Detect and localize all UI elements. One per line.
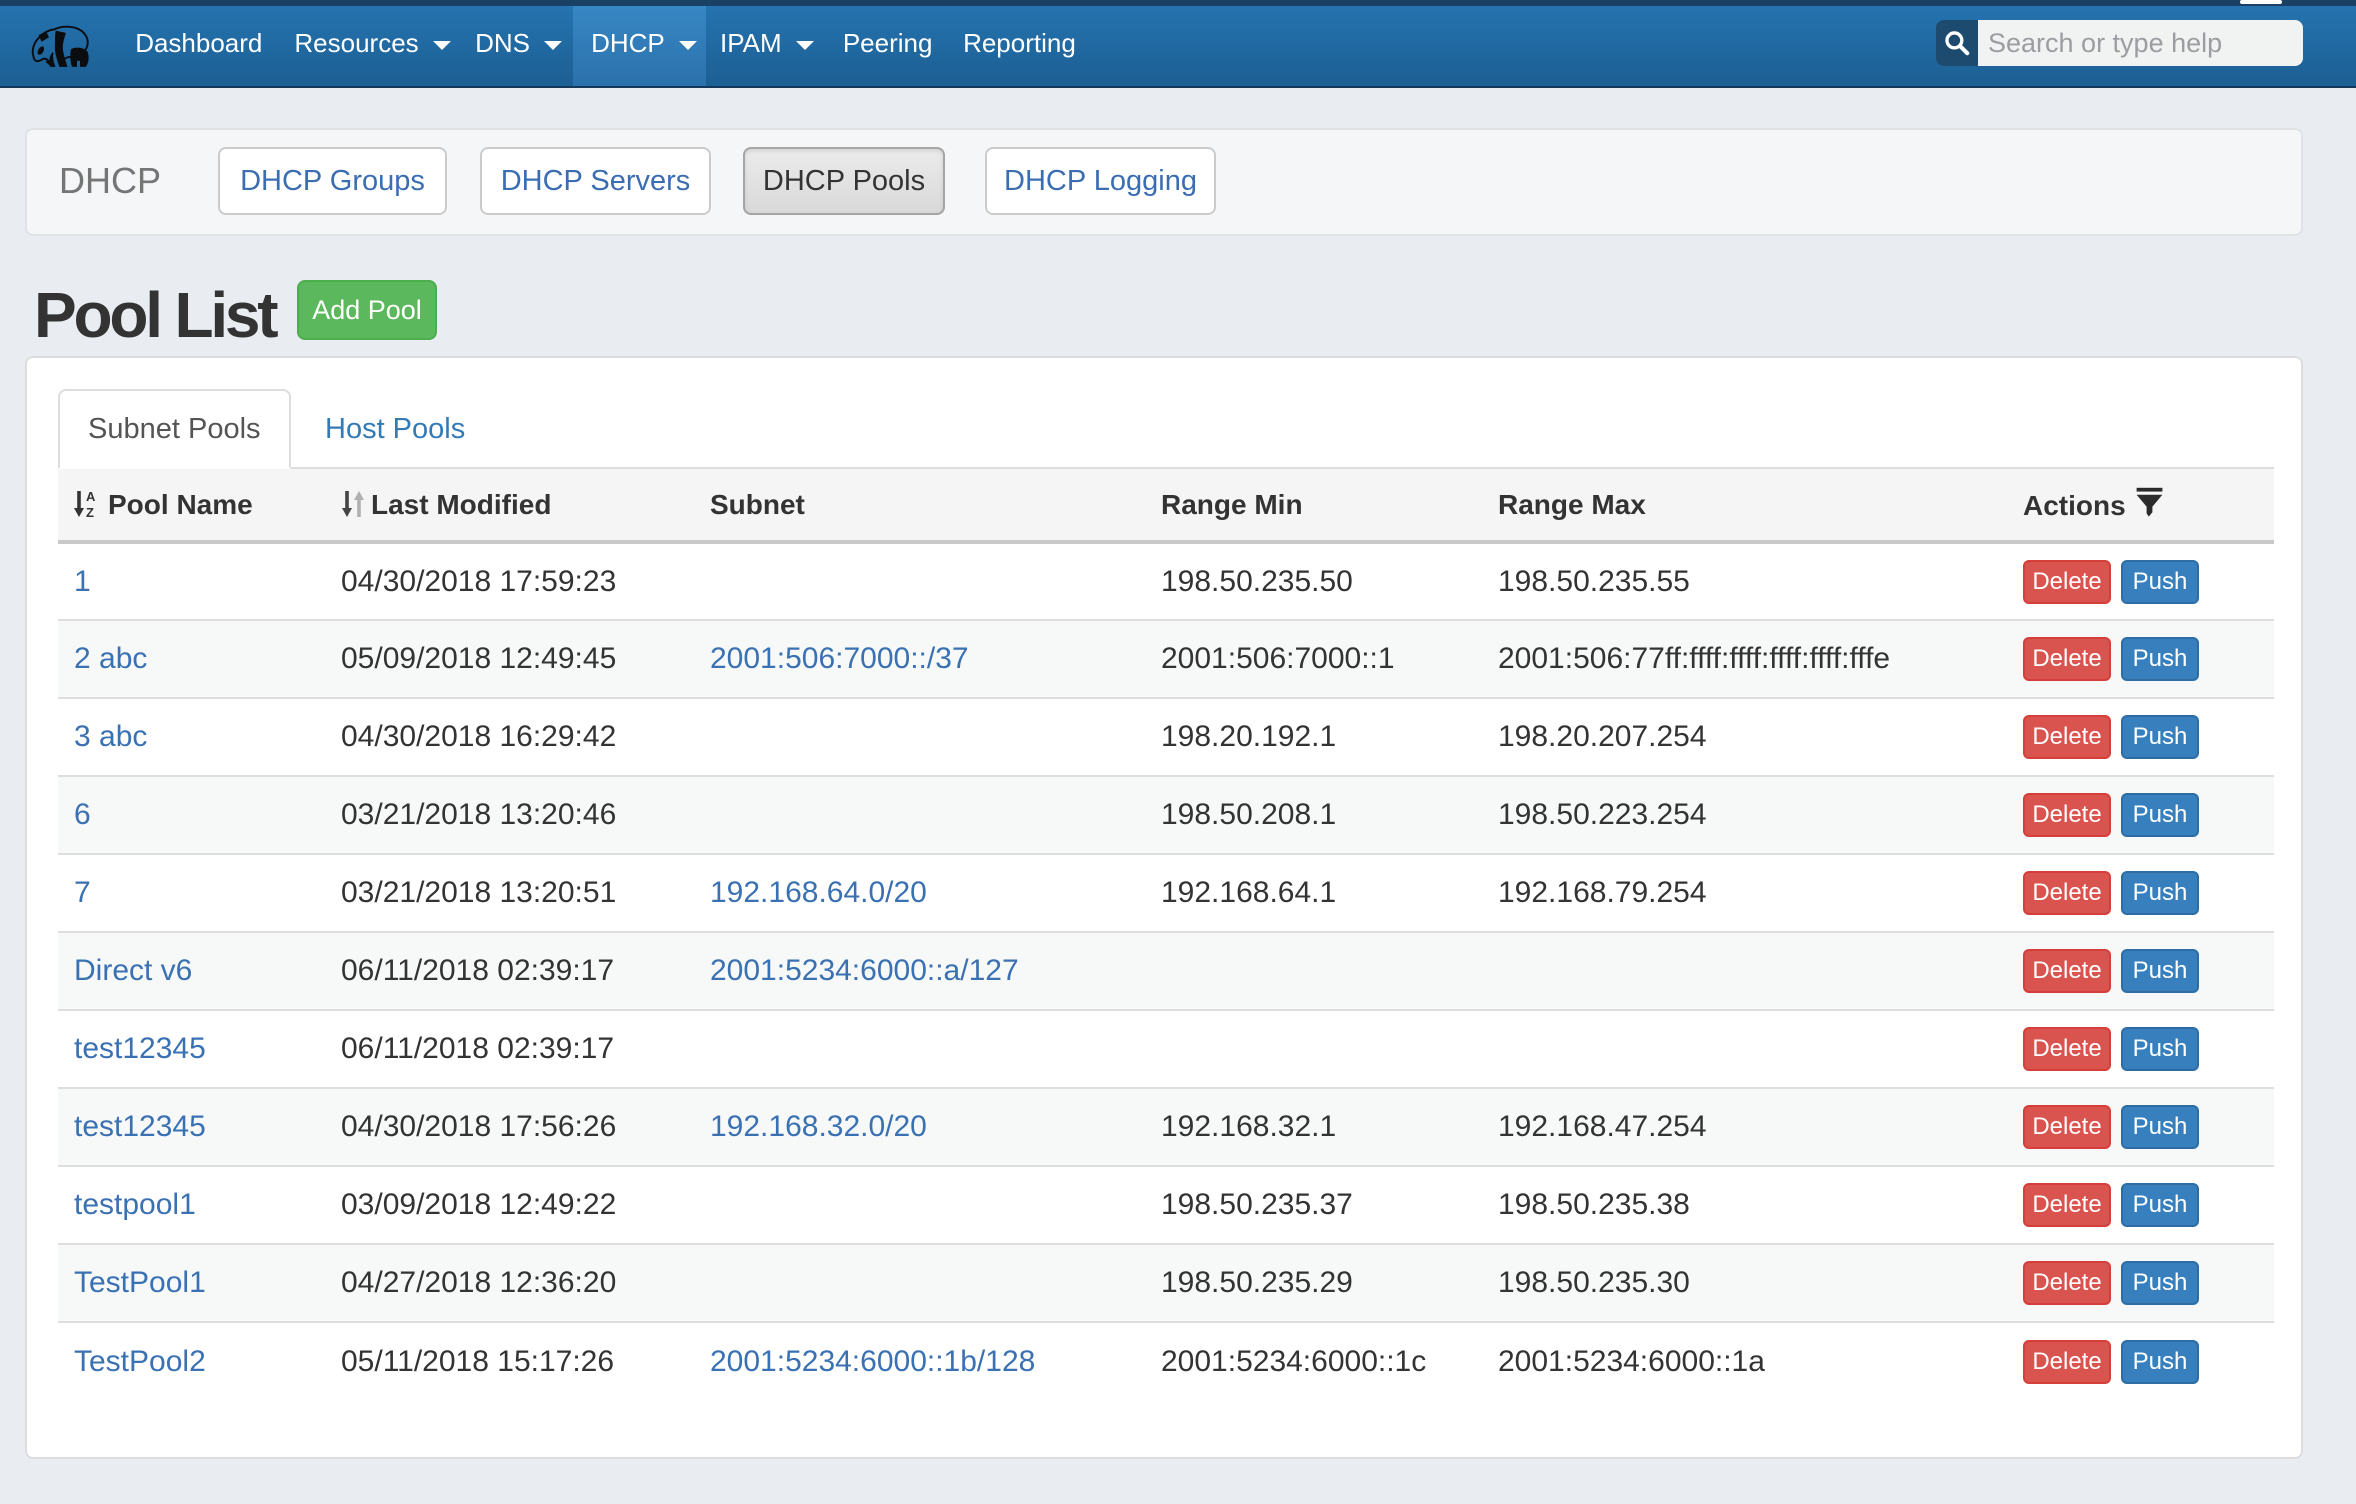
svg-text:A: A [86,490,96,504]
svg-text:Z: Z [86,505,94,518]
